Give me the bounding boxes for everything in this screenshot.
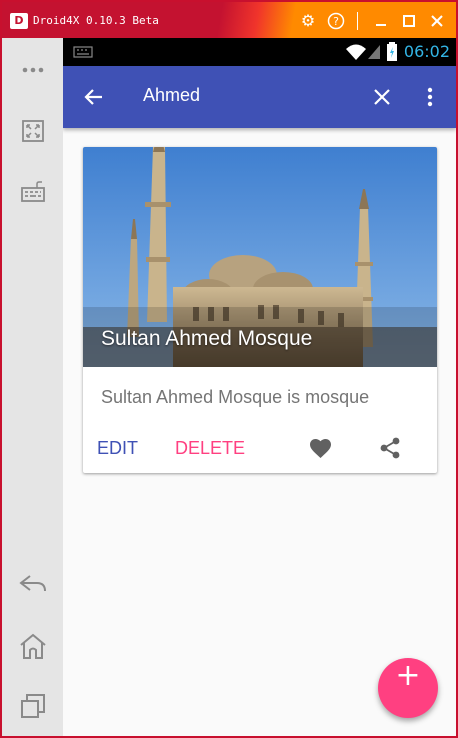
title-bar: D Droid4X 0.10.3 Beta ⚙ ? [2, 2, 456, 38]
wifi-icon [346, 44, 366, 60]
overflow-menu-icon[interactable] [426, 86, 434, 108]
edit-button[interactable]: EDIT [97, 438, 138, 459]
more-icon[interactable] [17, 54, 49, 86]
clear-search-icon[interactable] [372, 87, 392, 107]
fullscreen-icon[interactable] [17, 115, 49, 147]
minimize-icon[interactable] [370, 10, 392, 32]
emulator-sidebar [2, 38, 63, 736]
keyboard-icon [73, 46, 93, 58]
android-screen: 06:02 Ahmed Sultan Ahmed Mosque Sultan A… [63, 38, 456, 736]
svg-text:?: ? [333, 15, 339, 28]
favorite-icon[interactable] [308, 437, 333, 459]
search-input[interactable]: Ahmed [143, 85, 200, 106]
delete-button[interactable]: DELETE [175, 438, 245, 459]
home-icon[interactable] [17, 630, 49, 662]
share-icon[interactable] [379, 436, 401, 460]
card-title: Sultan Ahmed Mosque [101, 327, 313, 350]
add-fab[interactable]: + [378, 658, 438, 718]
back-icon[interactable] [17, 568, 49, 600]
place-card[interactable]: Sultan Ahmed Mosque Sultan Ahmed Mosque … [83, 147, 437, 473]
gear-icon[interactable]: ⚙ [297, 10, 319, 32]
card-description: Sultan Ahmed Mosque is mosque [101, 387, 370, 407]
keyboard-icon[interactable] [17, 176, 49, 208]
status-time: 06:02 [403, 42, 450, 61]
help-icon[interactable]: ? [325, 10, 347, 32]
emulator-window: D Droid4X 0.10.3 Beta ⚙ ? 06:02 Ahmed Su… [0, 0, 458, 738]
titlebar-divider [357, 12, 358, 30]
signal-icon [368, 45, 380, 59]
recents-icon[interactable] [17, 690, 49, 722]
window-title: Droid4X 0.10.3 Beta [33, 14, 159, 27]
close-icon[interactable] [426, 10, 448, 32]
status-bar: 06:02 [63, 38, 456, 66]
app-bar: Ahmed [63, 66, 456, 128]
battery-icon [387, 42, 397, 61]
arrow-back-icon[interactable] [83, 86, 105, 108]
app-logo: D [10, 13, 28, 29]
maximize-icon[interactable] [398, 10, 420, 32]
